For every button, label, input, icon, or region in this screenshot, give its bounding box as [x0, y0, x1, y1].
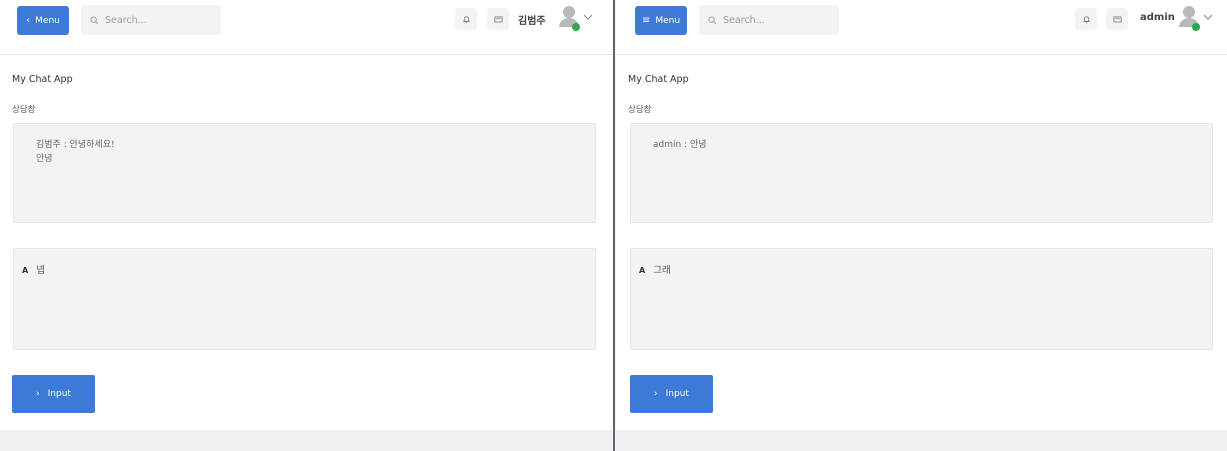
chat-message: 안녕	[36, 154, 53, 164]
message-input-value: 넵	[36, 265, 45, 276]
text-format-icon: A	[639, 266, 646, 275]
chevron-left-icon: ‹	[26, 14, 31, 26]
top-bar: ‹ Menu Search... 김범주	[0, 0, 612, 55]
chevron-right-icon: ›	[36, 389, 40, 399]
input-button-label: Input	[665, 389, 689, 399]
notification-button[interactable]	[1075, 8, 1097, 30]
mail-icon	[1112, 16, 1122, 22]
menu-button[interactable]: ‹ Menu	[17, 6, 69, 35]
message-input-value: 그래	[653, 265, 671, 276]
message-input[interactable]: A넵	[13, 248, 596, 350]
input-button[interactable]: › Input	[12, 375, 95, 413]
search-input[interactable]: Search...	[699, 5, 839, 35]
chat-message: admin : 안녕	[653, 140, 707, 150]
user-avatar-icon	[559, 6, 580, 31]
room-label: 상담창	[12, 105, 36, 115]
room-label: 상담창	[628, 105, 652, 115]
search-icon	[708, 15, 717, 24]
search-placeholder: Search...	[723, 14, 765, 26]
username: admin	[1140, 12, 1175, 23]
username: 김범주	[518, 16, 546, 27]
menu-label: Menu	[35, 15, 60, 26]
input-button-label: Input	[47, 389, 71, 399]
menu-label: Menu	[655, 15, 681, 26]
top-bar: ≡ Menu Search... admin	[616, 0, 1227, 55]
chat-log: 김범주 : 안녕하세요! 안녕	[13, 123, 596, 223]
text-format-icon: A	[22, 266, 29, 275]
messages-button[interactable]	[487, 8, 509, 30]
menu-button[interactable]: ≡ Menu	[635, 6, 687, 35]
avatar[interactable]	[1178, 3, 1202, 33]
chevron-down-icon[interactable]	[583, 13, 593, 21]
bell-icon	[1082, 15, 1090, 23]
mail-icon	[493, 16, 503, 22]
search-placeholder: Search...	[105, 14, 147, 26]
message-input[interactable]: A 그래	[630, 248, 1213, 350]
avatar[interactable]	[558, 3, 582, 33]
right-window: ≡ Menu Search... admin My Chat App 상담창 a…	[616, 0, 1227, 451]
search-icon	[90, 15, 99, 24]
messages-button[interactable]	[1106, 8, 1128, 30]
chat-log: admin : 안녕	[630, 123, 1213, 223]
left-window: ‹ Menu Search... 김범주 My Chat App 상담창 김범주…	[0, 0, 612, 451]
search-input[interactable]: Search...	[81, 5, 221, 35]
footer-band	[616, 430, 1227, 451]
notification-button[interactable]	[455, 8, 477, 30]
input-button[interactable]: › Input	[630, 375, 713, 413]
chevron-down-icon[interactable]	[1203, 13, 1213, 21]
app-title: My Chat App	[628, 74, 689, 85]
bell-icon	[462, 15, 470, 23]
split-screen: ‹ Menu Search... 김범주 My Chat App 상담창 김범주…	[0, 0, 1227, 451]
hamburger-icon: ≡	[641, 14, 651, 26]
user-avatar-icon	[1179, 6, 1200, 31]
footer-band	[0, 430, 612, 451]
chat-message: 김범주 : 안녕하세요!	[36, 140, 115, 150]
app-title: My Chat App	[12, 74, 73, 85]
chevron-right-icon: ›	[654, 389, 658, 399]
